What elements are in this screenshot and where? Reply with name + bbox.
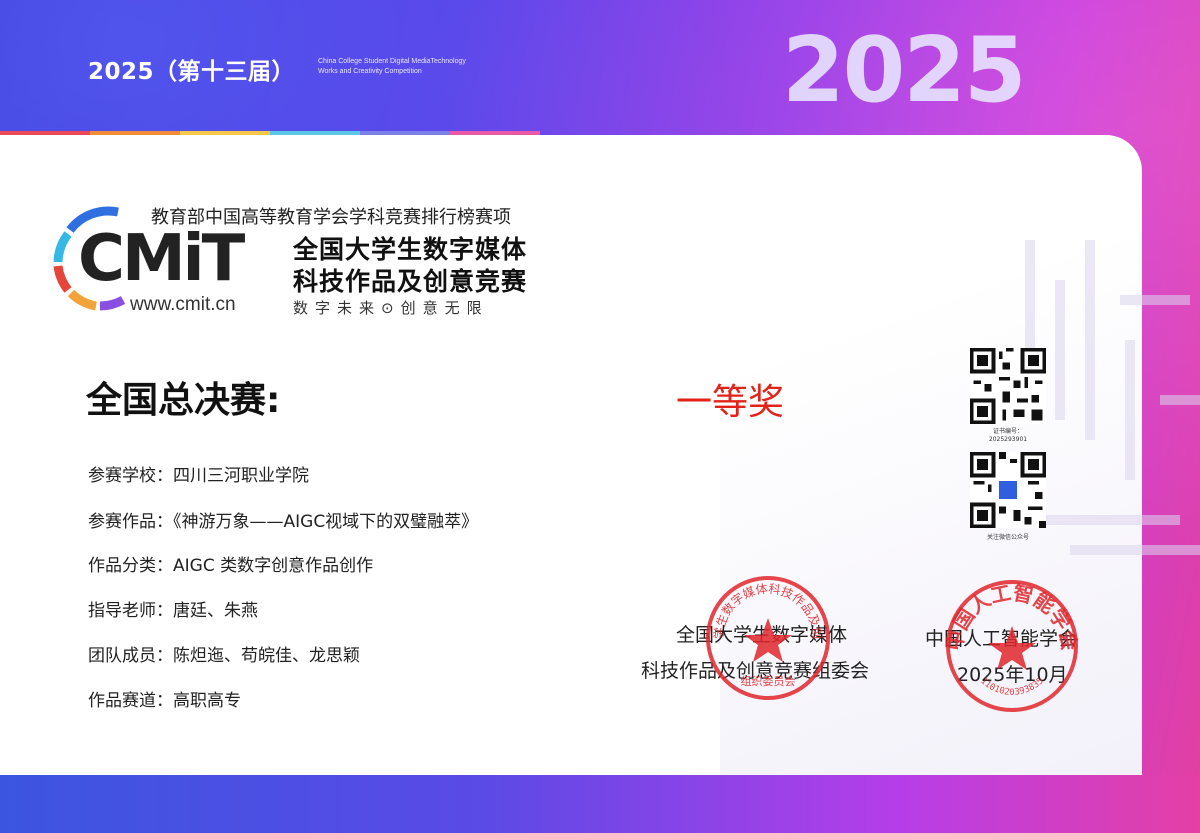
wechat-qr-code[interactable] <box>970 452 1046 528</box>
english-line-1: China College Student Digital MediaTechn… <box>318 58 466 65</box>
field-label: 参赛学校： <box>88 466 173 486</box>
english-line-2: Works and Creativity Competition <box>318 68 422 75</box>
award-level: 一等奖 <box>676 382 785 423</box>
final-title: 全国总决赛: <box>86 380 281 421</box>
certificate-qr-code[interactable] <box>970 348 1046 424</box>
logo-heading: 教育部中国高等教育学会学科竞赛排行榜赛项 <box>151 207 511 228</box>
cert-number: 2025293901 <box>988 436 1028 443</box>
field-value: 唐廷、朱燕 <box>173 601 258 621</box>
english-competition-name: China College Student Digital MediaTechn… <box>318 57 466 77</box>
bottom-band <box>0 775 1200 833</box>
field-work: 参赛作品：《神游万象——AIGC视域下的双璧融萃》 <box>88 507 478 532</box>
field-value: AIGC 类数字创意作品创作 <box>173 556 374 576</box>
organizer-2-name: 中国人工智能学会 <box>925 628 1078 650</box>
field-label: 作品分类： <box>88 556 173 576</box>
follow-wechat-label: 关注微信公众号 <box>986 534 1029 541</box>
logo-url: www.cmit.cn <box>130 294 236 315</box>
field-value: 高职高专 <box>173 691 241 711</box>
field-track: 作品赛道：高职高专 <box>88 686 241 711</box>
big-year-graphic: 2025 <box>782 18 1026 123</box>
field-value: 陈炟迤、苟皖佳、龙思颖 <box>173 646 360 666</box>
field-team: 团队成员：陈炟迤、苟皖佳、龙思颖 <box>88 641 360 666</box>
issue-date: 2025年10月 <box>957 664 1068 686</box>
field-label: 团队成员： <box>88 646 173 666</box>
field-label: 参赛作品： <box>88 512 173 532</box>
organizer-1-line-2: 科技作品及创意竞赛组委会 <box>641 660 870 682</box>
field-category: 作品分类：AIGC 类数字创意作品创作 <box>88 551 373 576</box>
competition-name-line-2: 科技作品及创意竞赛 <box>293 267 528 296</box>
cert-number-label: 证书编号： <box>992 428 1023 435</box>
field-school: 参赛学校：四川三河职业学院 <box>88 461 309 486</box>
competition-name-line-1: 全国大学生数字媒体 <box>293 235 528 264</box>
field-advisors: 指导老师：唐廷、朱燕 <box>88 596 258 621</box>
field-value: 四川三河职业学院 <box>173 466 309 486</box>
logo-wordmark: CMiT <box>78 222 245 296</box>
logo-slogan: 数字未来⊙创意无限 <box>293 299 489 317</box>
field-label: 作品赛道： <box>88 691 173 711</box>
field-value: 《神游万象——AIGC视域下的双璧融萃》 <box>173 512 479 532</box>
edition-title: 2025（第十三届） <box>88 59 296 85</box>
field-label: 指导老师： <box>88 601 173 621</box>
organizer-1-line-1: 全国大学生数字媒体 <box>676 624 848 646</box>
